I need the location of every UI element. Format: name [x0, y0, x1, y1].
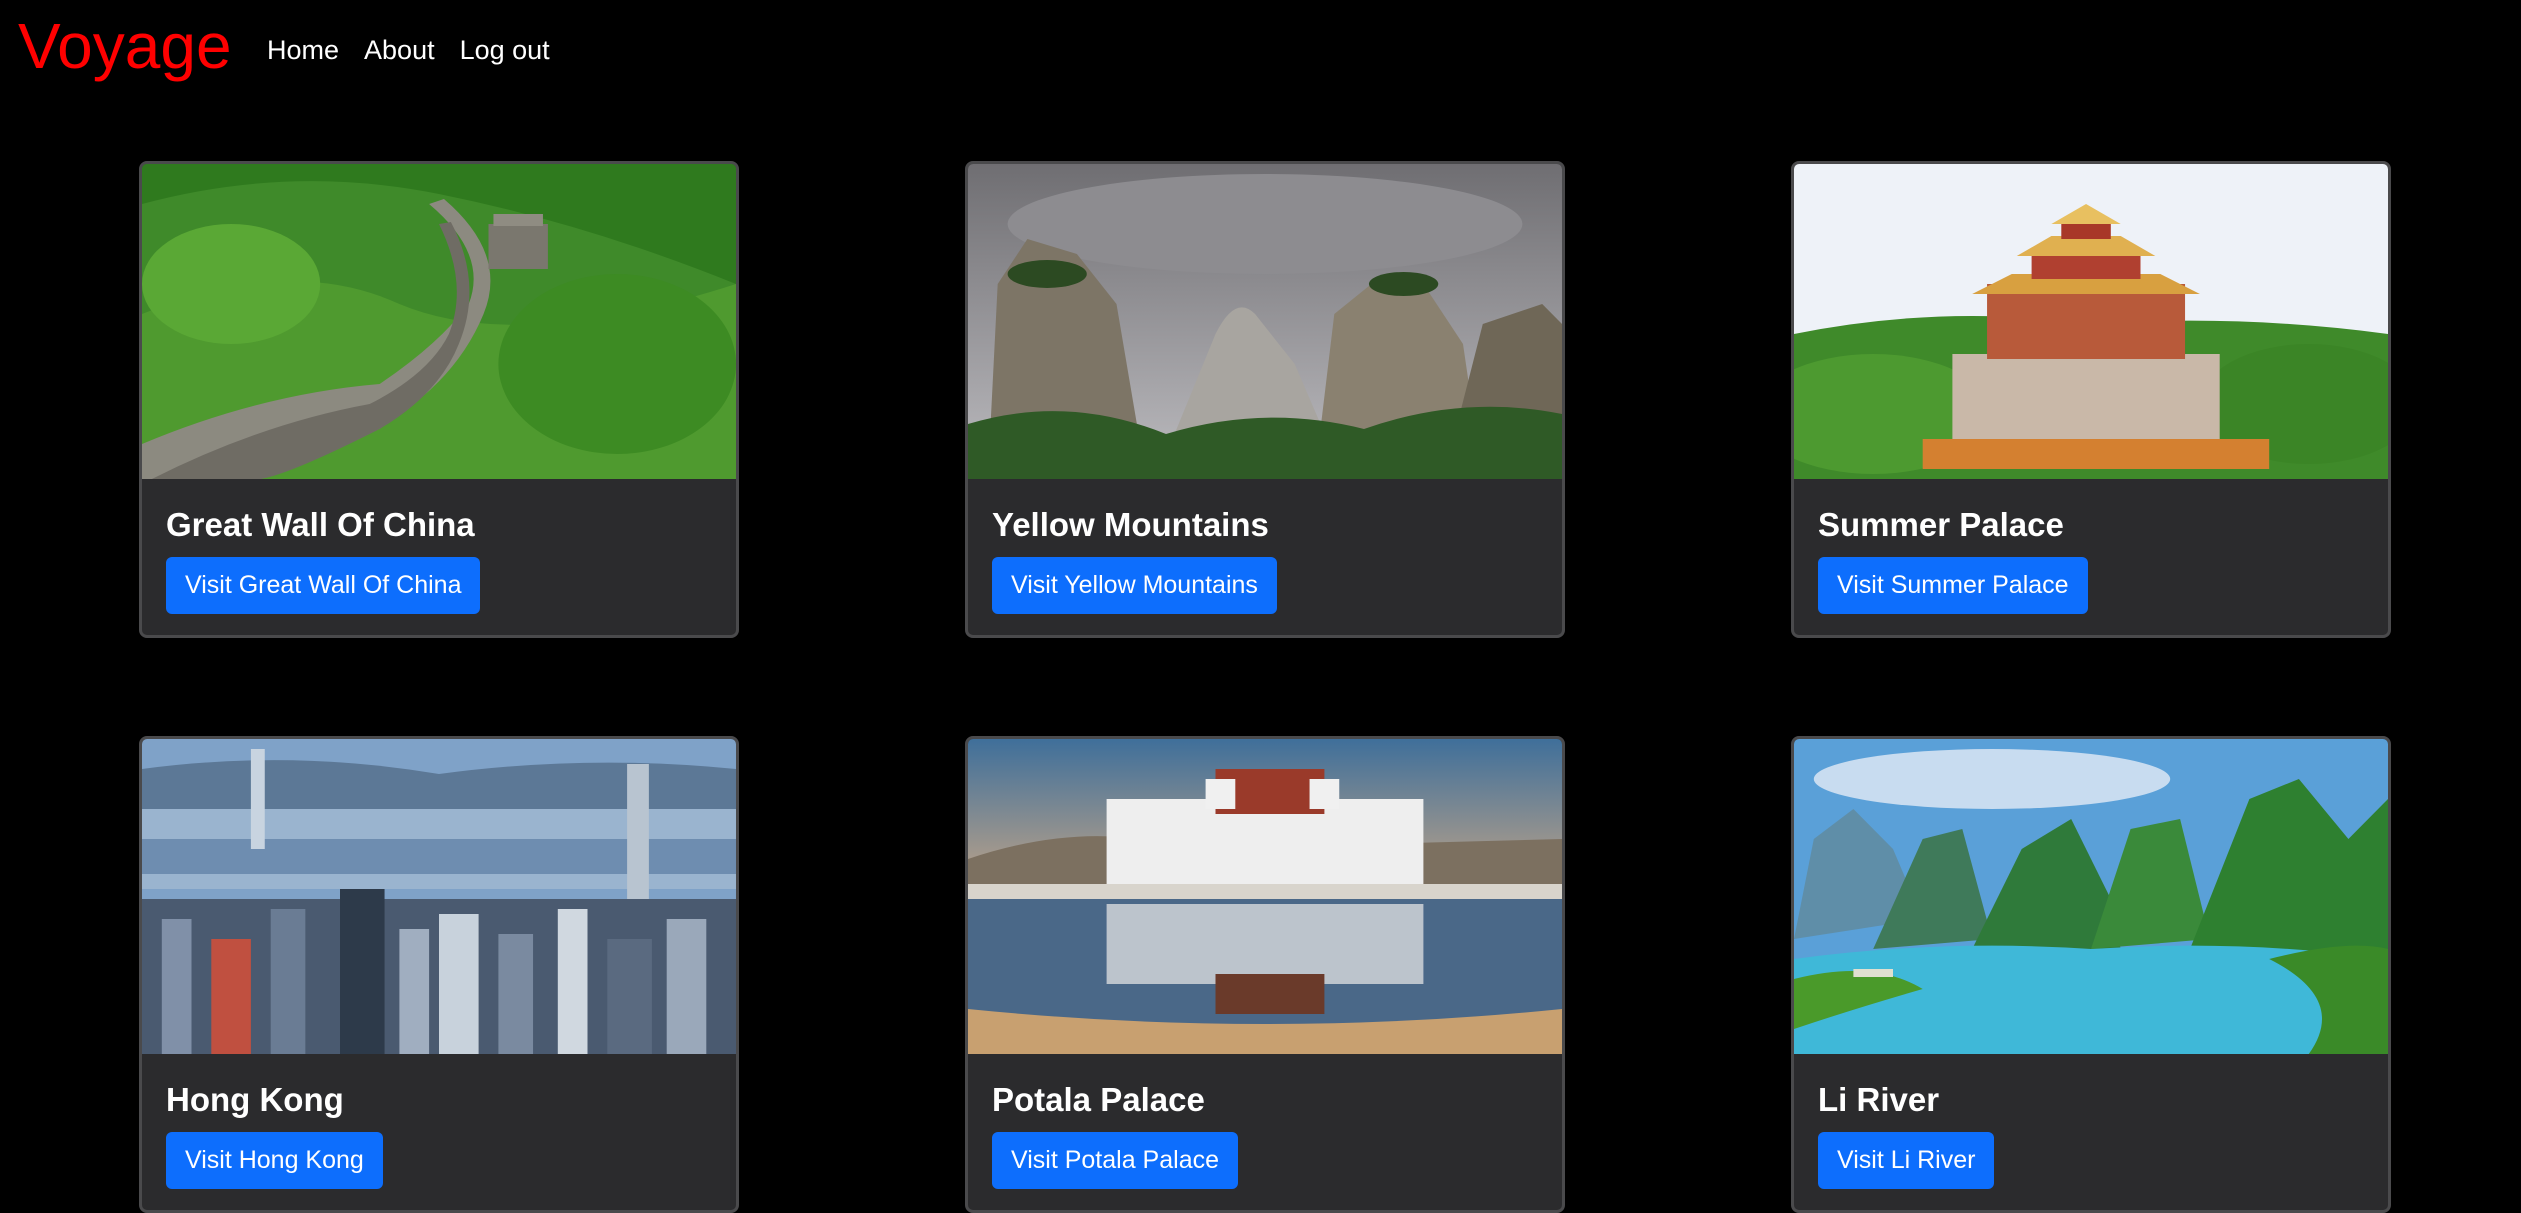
visit-great-wall-button[interactable]: Visit Great Wall Of China	[166, 557, 481, 614]
destination-card-hong-kong: Hong Kong Visit Hong Kong	[139, 736, 739, 1213]
hong-kong-photo	[142, 739, 736, 1054]
li-river-photo	[1794, 739, 2388, 1054]
great-wall-photo	[142, 164, 736, 479]
visit-yellow-mountains-button[interactable]: Visit Yellow Mountains	[992, 557, 1277, 614]
visit-summer-palace-button[interactable]: Visit Summer Palace	[1818, 557, 2088, 614]
destination-card-yellow-mountains: Yellow Mountains Visit Yellow Mountains	[965, 161, 1565, 638]
destination-title: Great Wall Of China	[166, 506, 475, 543]
visit-li-river-button[interactable]: Visit Li River	[1818, 1132, 1995, 1189]
yellow-mountains-photo	[968, 164, 1562, 479]
summer-palace-photo	[1794, 164, 2388, 479]
destination-title: Li River	[1818, 1081, 1940, 1118]
visit-hong-kong-button[interactable]: Visit Hong Kong	[166, 1132, 383, 1189]
visit-potala-palace-button[interactable]: Visit Potala Palace	[992, 1132, 1238, 1189]
destination-title: Potala Palace	[992, 1081, 1205, 1118]
destination-grid: Great Wall Of China Visit Great Wall Of …	[0, 0, 2521, 1213]
destination-card-li-river: Li River Visit Li River	[1791, 736, 2391, 1213]
destination-title: Yellow Mountains	[992, 506, 1269, 543]
destination-title: Summer Palace	[1818, 506, 2064, 543]
destination-card-summer-palace: Summer Palace Visit Summer Palace	[1791, 161, 2391, 638]
destination-card-potala-palace: Potala Palace Visit Potala Palace	[965, 736, 1565, 1213]
destination-title: Hong Kong	[166, 1081, 344, 1118]
destination-card-great-wall: Great Wall Of China Visit Great Wall Of …	[139, 161, 739, 638]
potala-palace-photo	[968, 739, 1562, 1054]
